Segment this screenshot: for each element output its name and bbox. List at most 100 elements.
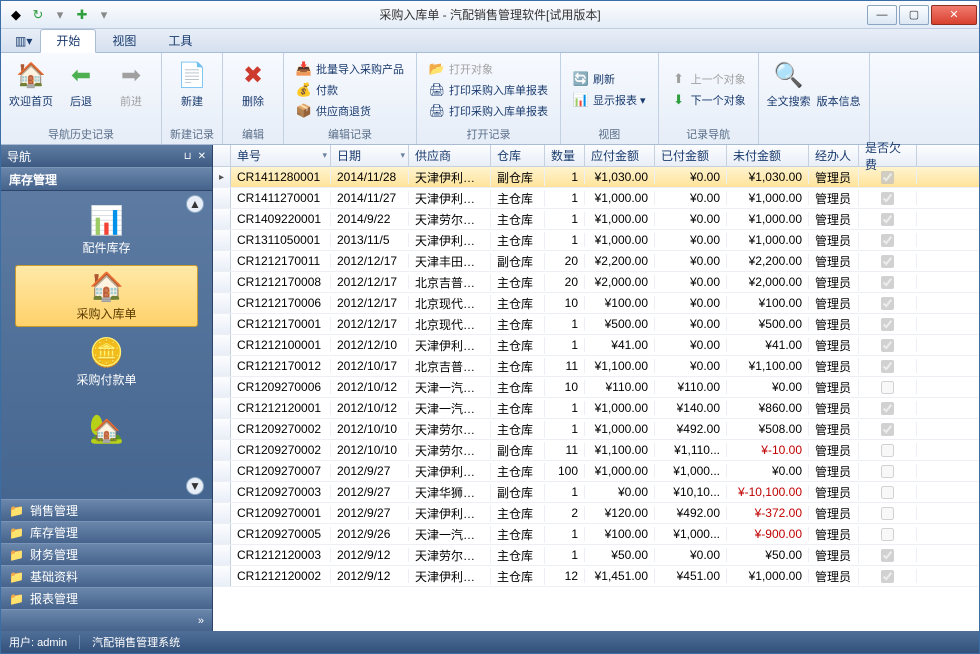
sidebar-title: 导航 ⊔ ✕ xyxy=(1,145,212,167)
table-row[interactable]: CR12121000012012/12/10天津伊利萨尔...主仓库1¥41.0… xyxy=(213,335,979,356)
back-button[interactable]: ⬅后退 xyxy=(57,55,105,124)
search-button[interactable]: 🔍全文搜索 xyxy=(765,55,813,140)
pin-icon[interactable]: ⊔ xyxy=(184,151,192,162)
col-header-3[interactable]: 仓库 xyxy=(491,145,545,166)
delete-button[interactable]: ✖删除 xyxy=(229,55,277,124)
scroll-down-icon[interactable]: ▼ xyxy=(186,477,204,495)
table-row[interactable]: CR12092700012012/9/27天津伊利萨尔...主仓库2¥120.0… xyxy=(213,503,979,524)
refresh-button[interactable]: 🔄刷新 xyxy=(569,69,650,89)
owe-checkbox xyxy=(881,234,894,247)
cell: 1 xyxy=(545,317,585,331)
col-header-1[interactable]: 日期▾ xyxy=(331,145,409,166)
show-report-button[interactable]: 📊显示报表 ▾ xyxy=(569,90,650,110)
accordion-0[interactable]: 📁销售管理 xyxy=(1,499,212,521)
scroll-up-icon[interactable]: ▲ xyxy=(186,195,204,213)
refresh-icon[interactable]: ↻ xyxy=(29,6,47,24)
minimize-button[interactable]: — xyxy=(867,5,897,25)
nav-tile-purchase-in[interactable]: 🏠采购入库单 xyxy=(15,265,198,327)
cell: CR1212120002 xyxy=(231,569,331,583)
row-indicator xyxy=(213,335,231,355)
cell: ¥0.00 xyxy=(655,317,727,331)
grid-body[interactable]: ▸CR14112800012014/11/28天津伊利萨尔...副仓库1¥1,0… xyxy=(213,167,979,631)
cell: 天津伊利萨尔... xyxy=(409,190,491,207)
col-header-7[interactable]: 未付金额 xyxy=(727,145,809,166)
table-row[interactable]: CR12121700122012/10/17北京吉普汽车...主仓库11¥1,1… xyxy=(213,356,979,377)
cell: 北京现代汽车... xyxy=(409,295,491,312)
accordion-1[interactable]: 📁库存管理 xyxy=(1,521,212,543)
cell: 管理员 xyxy=(809,295,859,312)
col-header-5[interactable]: 应付金额 xyxy=(585,145,655,166)
delete-icon: ✖ xyxy=(237,59,269,91)
table-row[interactable]: CR12092700022012/10/10天津劳尔工业...主仓库1¥1,00… xyxy=(213,419,979,440)
nav-tile-parts-inventory[interactable]: 📊配件库存 xyxy=(15,199,198,261)
col-header-2[interactable]: 供应商 xyxy=(409,145,491,166)
forward-icon: ➡ xyxy=(115,59,147,91)
cell: ¥0.00 xyxy=(655,359,727,373)
table-row[interactable]: CR14112700012014/11/27天津伊利萨尔...主仓库1¥1,00… xyxy=(213,188,979,209)
menu-tab-0[interactable]: 开始 xyxy=(40,29,96,53)
close-button[interactable]: ✕ xyxy=(931,5,977,25)
expand-icon[interactable]: » xyxy=(198,615,204,627)
table-row[interactable]: CR12121700112012/12/17天津丰田纺织...副仓库20¥2,2… xyxy=(213,251,979,272)
open-object-icon: 📂 xyxy=(429,61,445,77)
table-row[interactable]: CR12121700082012/12/17北京吉普汽车...主仓库20¥2,0… xyxy=(213,272,979,293)
maximize-button[interactable]: ▢ xyxy=(899,5,929,25)
titlebar: ◆ ↻ ▾ ✚ ▾ 采购入库单 - 汽配销售管理软件[试用版本] — ▢ ✕ xyxy=(1,1,979,29)
table-row[interactable]: CR12121700062012/12/17北京现代汽车...主仓库10¥100… xyxy=(213,293,979,314)
sidebar-header[interactable]: 库存管理 xyxy=(1,167,212,191)
print-batch-button[interactable]: 🖨打印采购入库单报表 xyxy=(425,101,552,121)
batch-import-button[interactable]: 📥批量导入采购产品 xyxy=(292,59,408,79)
col-header-4[interactable]: 数量 xyxy=(545,145,585,166)
nav-tile-more[interactable]: 🏡 xyxy=(15,397,198,459)
table-row[interactable]: CR12092700072012/9/27天津伊利萨尔...主仓库100¥1,0… xyxy=(213,461,979,482)
cell: ¥-10,100.00 xyxy=(727,485,809,499)
print-single-label: 打印采购入库单报表 xyxy=(449,82,548,98)
home-button[interactable]: 🏠欢迎首页 xyxy=(7,55,55,124)
menu-tab-1[interactable]: 视图 xyxy=(96,29,152,53)
accordion-2[interactable]: 📁财务管理 xyxy=(1,543,212,565)
new-button[interactable]: 📄新建 xyxy=(168,55,216,124)
col-header-8[interactable]: 经办人 xyxy=(809,145,859,166)
cell: 2014/9/22 xyxy=(331,212,409,226)
folder-icon: 📁 xyxy=(9,526,24,540)
cell: 2012/9/26 xyxy=(331,527,409,541)
print-single-button[interactable]: 🖨打印采购入库单报表 xyxy=(425,80,552,100)
accordion-3[interactable]: 📁基础资料 xyxy=(1,565,212,587)
owe-checkbox xyxy=(881,549,894,562)
dropdown-icon[interactable]: ▾ xyxy=(51,6,69,24)
app-menu[interactable]: ▥▾ xyxy=(7,32,40,50)
accordion-4[interactable]: 📁报表管理 xyxy=(1,587,212,609)
cell: 主仓库 xyxy=(491,274,545,291)
supplier-return-button[interactable]: 📦供应商退货 xyxy=(292,101,408,121)
ribbon-group-label: 导航历史记录 xyxy=(7,124,155,144)
menu-tab-2[interactable]: 工具 xyxy=(152,29,208,53)
table-row[interactable]: CR13110500012013/11/5天津伊利萨尔...主仓库1¥1,000… xyxy=(213,230,979,251)
refresh-icon: 🔄 xyxy=(573,71,589,87)
pay-button[interactable]: 💰付款 xyxy=(292,80,408,100)
version-button[interactable]: 版本信息 xyxy=(815,55,863,140)
col-header-0[interactable]: 单号▾ xyxy=(231,145,331,166)
close-pane-icon[interactable]: ✕ xyxy=(198,151,206,162)
row-indicator xyxy=(213,566,231,586)
cell: CR1212170001 xyxy=(231,317,331,331)
cell: 管理员 xyxy=(809,169,859,186)
folder-icon: 📁 xyxy=(9,592,24,606)
table-row[interactable]: CR12092700032012/9/27天津华狮汽车...副仓库1¥0.00¥… xyxy=(213,482,979,503)
table-row[interactable]: CR12121700012012/12/17北京现代汽车...主仓库1¥500.… xyxy=(213,314,979,335)
col-header-9[interactable]: 是否欠费 xyxy=(859,145,917,166)
table-row[interactable]: CR12121200012012/10/12天津一汽丰田...主仓库1¥1,00… xyxy=(213,398,979,419)
table-row[interactable]: CR12121200022012/9/12天津伊利萨尔...主仓库12¥1,45… xyxy=(213,566,979,587)
cell: 20 xyxy=(545,254,585,268)
add-icon[interactable]: ✚ xyxy=(73,6,91,24)
table-row[interactable]: CR14092200012014/9/22天津劳尔工业...主仓库1¥1,000… xyxy=(213,209,979,230)
table-row[interactable]: CR12092700062012/10/12天津一汽丰田...主仓库10¥110… xyxy=(213,377,979,398)
next-button[interactable]: ⬇下一个对象 xyxy=(667,90,750,110)
nav-tile-purchase-pay[interactable]: 🪙采购付款单 xyxy=(15,331,198,393)
table-row[interactable]: CR12121200032012/9/12天津劳尔工业...主仓库1¥50.00… xyxy=(213,545,979,566)
pay-icon: 💰 xyxy=(296,82,312,98)
dropdown2-icon[interactable]: ▾ xyxy=(95,6,113,24)
col-header-6[interactable]: 已付金额 xyxy=(655,145,727,166)
table-row[interactable]: CR12092700022012/10/10天津劳尔工业...副仓库11¥1,1… xyxy=(213,440,979,461)
row-indicator xyxy=(213,230,231,250)
table-row[interactable]: CR12092700052012/9/26天津一汽丰田...主仓库1¥100.0… xyxy=(213,524,979,545)
